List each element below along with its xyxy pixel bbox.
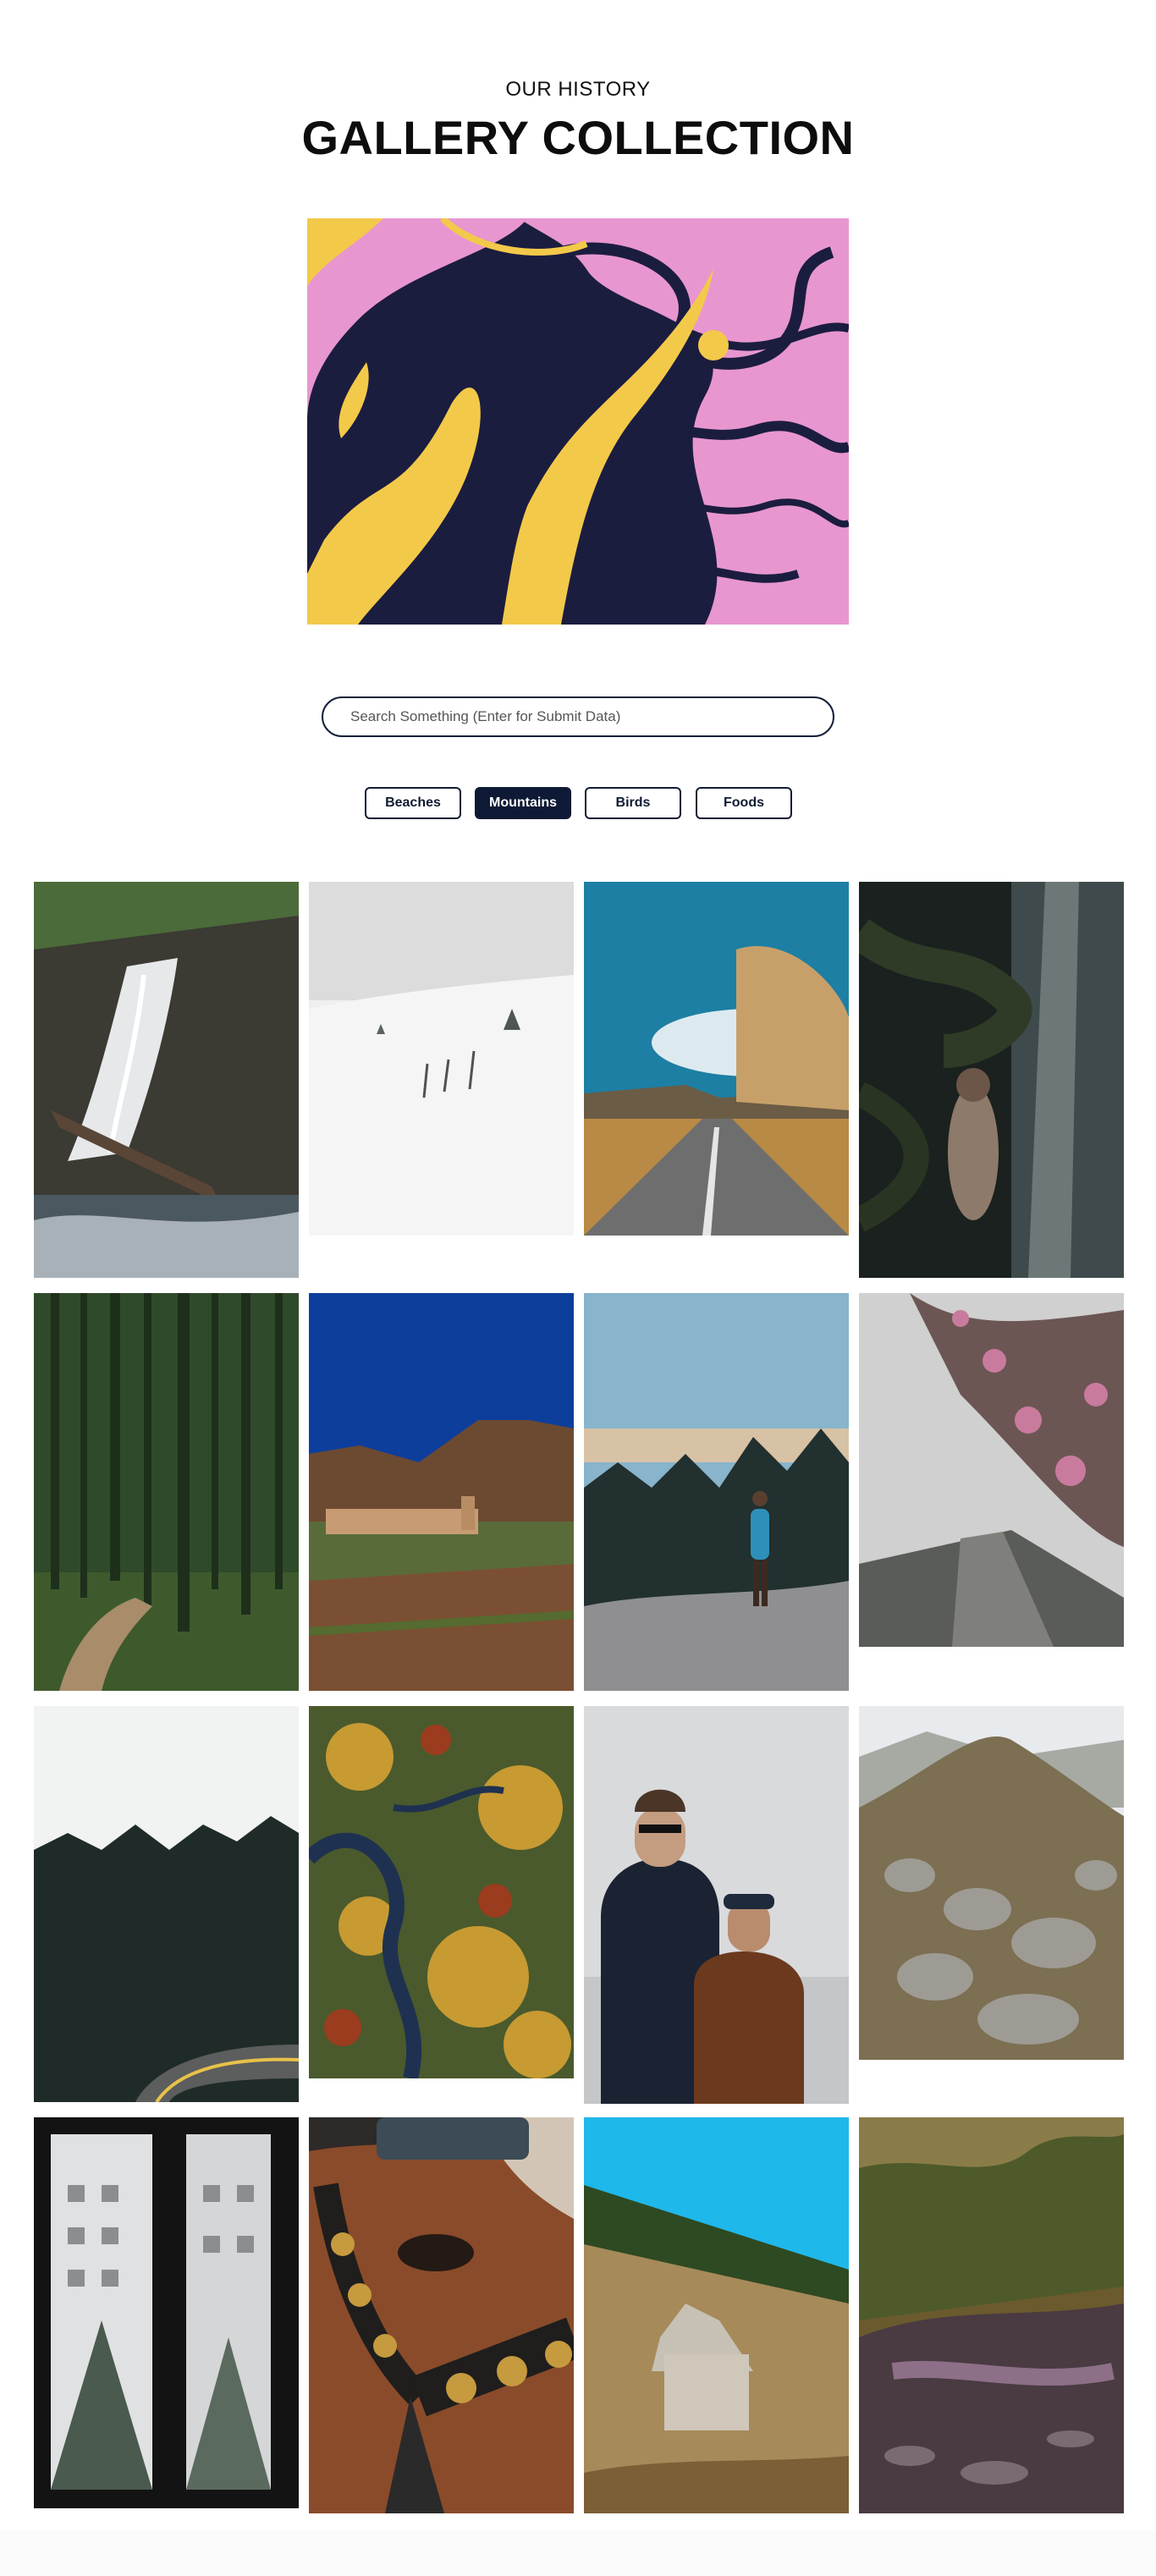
footer-band xyxy=(0,2530,1156,2576)
filter-birds-button[interactable]: Birds xyxy=(585,787,681,819)
filter-beaches-button[interactable]: Beaches xyxy=(365,787,461,819)
gallery-image-bamboo-forest[interactable] xyxy=(34,1293,299,1691)
gallery-image-mountain-road[interactable] xyxy=(584,882,849,1236)
gallery-image-waterfall[interactable] xyxy=(34,882,299,1278)
gallery-image-wooden-cabin-field[interactable] xyxy=(584,2117,849,2513)
section-subtitle: OUR HISTORY xyxy=(505,78,651,101)
gallery-image-snowy-field[interactable] xyxy=(309,882,574,1236)
gallery-image-forest-stream[interactable] xyxy=(859,2117,1124,2513)
hero-image xyxy=(307,218,849,625)
gallery-image-mountain-village[interactable] xyxy=(309,1293,574,1691)
gallery-image-misty-pine-road[interactable] xyxy=(34,1706,299,2102)
gallery-image-hiker-on-hill[interactable] xyxy=(584,1293,849,1691)
category-filters: Beaches Mountains Birds Foods xyxy=(0,787,1156,821)
gallery-image-rocky-hillside[interactable] xyxy=(859,1706,1124,2060)
filter-mountains-button[interactable]: Mountains xyxy=(475,787,571,819)
gallery-image-aerial-autumn-river[interactable] xyxy=(309,1706,574,2078)
gallery-image-foggy-road-blossom[interactable] xyxy=(859,1293,1124,1647)
page-title: GALLERY COLLECTION xyxy=(301,111,855,164)
gallery-image-two-men-portrait[interactable] xyxy=(584,1706,849,2104)
search-input[interactable] xyxy=(322,696,834,737)
gallery-image-horse-closeup[interactable] xyxy=(309,2117,574,2513)
gallery-image-forest-figure[interactable] xyxy=(859,882,1124,1278)
filter-foods-button[interactable]: Foods xyxy=(696,787,792,819)
gallery-image-snowy-window-view[interactable] xyxy=(34,2117,299,2508)
